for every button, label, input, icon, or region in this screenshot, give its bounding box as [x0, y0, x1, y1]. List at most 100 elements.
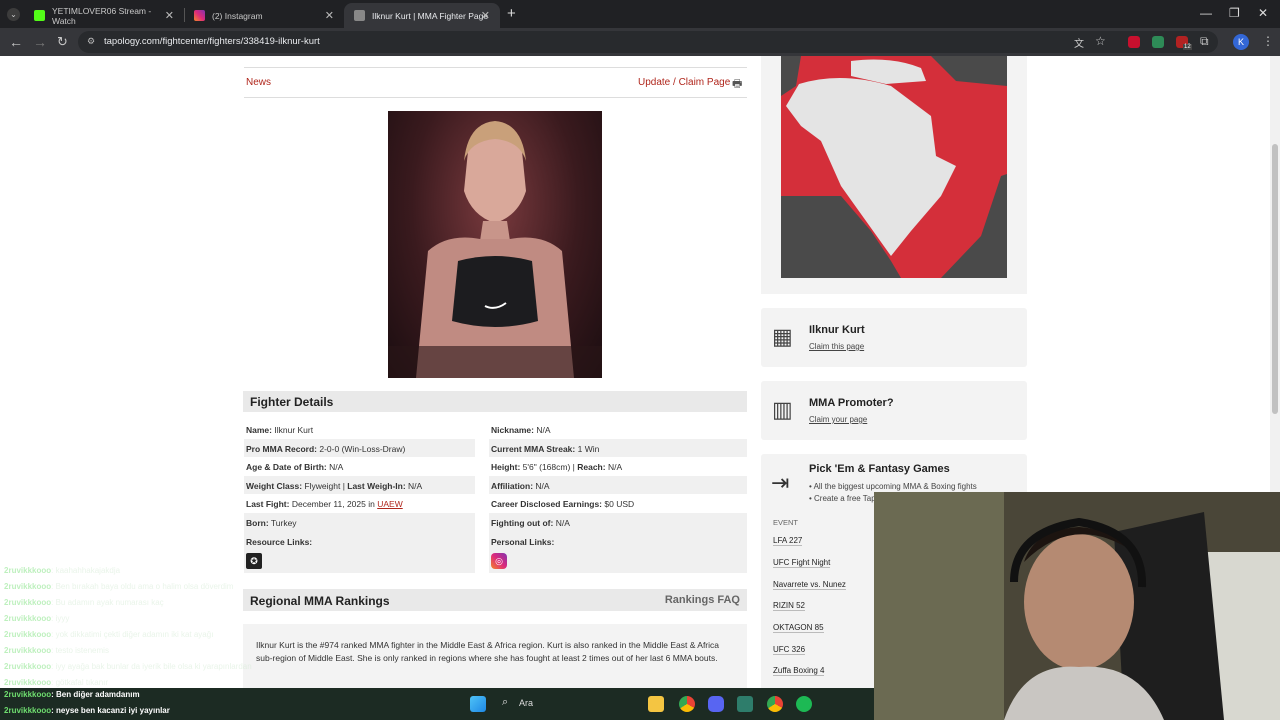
back-icon[interactable]: ← [9, 34, 23, 50]
rankings-box: Ilknur Kurt is the #974 ranked MMA fight… [243, 624, 747, 694]
site-info-icon[interactable]: ⚙ [87, 36, 95, 47]
tab-tapology[interactable]: Ilknur Kurt | MMA Fighter Page ✕ [344, 3, 500, 28]
chat-message: 2ruvikkkooo: Ben bırakah baya oldu ama o… [4, 582, 234, 591]
extension-green-icon[interactable] [1152, 36, 1164, 48]
close-tab-icon[interactable]: ✕ [165, 9, 174, 22]
detail-weight-class: Weight Class: Flyweight | Last Weigh-In:… [246, 481, 423, 491]
top-divider [244, 67, 747, 68]
tapology-icon [354, 10, 365, 21]
windows-taskbar: 2ruvikkkooo: Ben diğer adamdanım 2ruvikk… [0, 688, 874, 720]
event-link[interactable]: Zuffa Boxing 4 [773, 666, 825, 676]
news-link[interactable]: News [246, 77, 271, 88]
tab-label: Ilknur Kurt | MMA Fighter Page [372, 10, 489, 21]
rankings-header: Regional MMA Rankings Rankings FAQ [243, 589, 747, 611]
promoter-card[interactable]: ▥ MMA Promoter? Claim your page [761, 381, 1027, 440]
uaew-link[interactable]: UAEW [377, 499, 403, 509]
pickem-bullet-2: • Create a free Tap [809, 494, 876, 503]
kick-icon [34, 10, 45, 21]
discord-icon[interactable] [708, 696, 724, 712]
chat-message: 2ruvikkkooo: iyyy [4, 614, 70, 623]
event-link[interactable]: RIZIN 52 [773, 601, 806, 611]
print-icon[interactable]: 🖶 [732, 75, 742, 94]
event-link[interactable]: UFC Fight Night [773, 558, 831, 568]
tab-instagram[interactable]: (2) Instagram ✕ [184, 3, 344, 28]
webcam-overlay [874, 492, 1280, 720]
rankings-text: Ilknur Kurt is the #974 ranked MMA fight… [256, 640, 720, 663]
tab-label: (2) Instagram [212, 10, 263, 21]
detail-resource-links: Resource Links: [246, 537, 313, 547]
address-bar[interactable]: ⚙ tapology.com/fightcenter/fighters/3384… [78, 31, 1218, 53]
close-window-icon[interactable]: ✕ [1258, 6, 1268, 20]
detail-affiliation: Affiliation: N/A [491, 481, 550, 491]
detail-streak: Current MMA Streak: 1 Win [491, 444, 600, 454]
detail-nickname: Nickname: N/A [491, 425, 551, 435]
chat-message: 2ruvikkkooo: yok dikkatimi çekti diğer a… [4, 630, 214, 639]
windows-start-icon[interactable] [470, 696, 486, 712]
restore-icon[interactable]: ❐ [1229, 6, 1240, 20]
chat-message: 2ruvikkkooo: Bu adamın ayak numarası kaç [4, 598, 164, 607]
fighter-details-header: Fighter Details [243, 391, 747, 412]
event-column-header: EVENT [773, 518, 799, 527]
close-tab-icon[interactable]: ✕ [481, 9, 490, 22]
url-text: tapology.com/fightcenter/fighters/338419… [104, 36, 320, 47]
translate-icon[interactable]: 文 [1074, 35, 1084, 50]
claim-your-page-link[interactable]: Claim your page [809, 415, 867, 424]
rankings-faq-link[interactable]: Rankings FAQ [665, 594, 740, 606]
claim-this-page-link[interactable]: Claim this page [809, 342, 864, 351]
detail-personal-links: Personal Links: [491, 537, 555, 547]
bookmark-star-icon[interactable]: ☆ [1095, 34, 1106, 48]
claim-card-title: Ilknur Kurt [809, 324, 865, 336]
pickem-title: Pick 'Em & Fantasy Games [809, 463, 950, 475]
chat-message: 2ruvikkkooo: iyy ayağa bak bunlar da iye… [4, 662, 252, 671]
office-building-icon: ▥ [772, 397, 793, 422]
tab-label: YETIMLOVER06 Stream - Watch [52, 5, 152, 26]
new-tab-button[interactable]: + [507, 5, 516, 22]
chrome-icon[interactable] [679, 696, 695, 712]
chat-message: 2ruvikkkooo: götkafal tıkanır [4, 678, 109, 687]
chat-message: 2ruvikkkooo: kaahahhakajakdja [4, 566, 121, 575]
extension-red-icon[interactable] [1128, 36, 1140, 48]
instagram-icon[interactable]: ◎ [491, 553, 507, 569]
detail-earnings: Career Disclosed Earnings: $0 USD [491, 499, 635, 509]
minimize-icon[interactable]: — [1200, 6, 1212, 20]
close-tab-icon[interactable]: ✕ [325, 9, 334, 22]
pickem-bullet-1: • All the biggest upcoming MMA & Boxing … [809, 482, 977, 491]
instagram-icon [194, 10, 205, 21]
rankings-title: Regional MMA Rankings [250, 594, 390, 608]
detail-age: Age & Date of Birth: N/A [246, 462, 344, 472]
sherdog-icon[interactable]: ✪ [246, 553, 262, 569]
chat-message: 2ruvikkkooo: testo istenemis [4, 646, 109, 655]
scrollbar-thumb[interactable] [1272, 144, 1278, 414]
header-divider [244, 97, 747, 98]
taskbar-search-text: Ara [519, 698, 534, 708]
sign-in-arrow-icon: ⇥ [771, 470, 790, 495]
tab-search-icon[interactable]: ⌄ [7, 8, 20, 21]
event-link[interactable]: Navarrete vs. Nunez [773, 580, 846, 590]
fighter-photo [388, 111, 602, 378]
forward-icon[interactable]: → [33, 34, 47, 50]
claim-fighter-card[interactable]: ▦ Ilknur Kurt Claim this page [761, 308, 1027, 367]
event-link[interactable]: OKTAGON 85 [773, 623, 824, 633]
event-link[interactable]: LFA 227 [773, 536, 803, 546]
detail-last-fight: Last Fight: December 11, 2025 in UAEW [246, 499, 403, 509]
menu-kebab-icon[interactable]: ⋮ [1262, 34, 1274, 48]
detail-name: Name: Ilknur Kurt [246, 425, 314, 435]
update-claim-link[interactable]: Update / Claim Page [638, 77, 730, 88]
reload-icon[interactable]: ↻ [57, 34, 68, 50]
taskbar-search[interactable]: ⌕ Ara [494, 695, 634, 713]
detail-born: Born: Turkey [246, 518, 297, 528]
browser-tab-bar: ⌄ YETIMLOVER06 Stream - Watch ✕ (2) Inst… [0, 0, 1280, 28]
spotify-icon[interactable] [796, 696, 812, 712]
chat-message: 2ruvikkkooo: Ben diğer adamdanım [4, 690, 140, 699]
extensions-puzzle-icon[interactable]: ⧉ [1200, 34, 1209, 49]
tab-kick-stream[interactable]: YETIMLOVER06 Stream - Watch ✕ [24, 3, 184, 28]
chat-message: 2ruvikkkooo: neyse ben kacanzi iyi yayın… [4, 706, 170, 715]
browser-toolbar: ← → ↻ ⚙ tapology.com/fightcenter/fighter… [0, 28, 1280, 56]
chrome-profile-icon[interactable] [767, 696, 783, 712]
file-explorer-icon[interactable] [648, 696, 664, 712]
event-link[interactable]: UFC 326 [773, 645, 806, 655]
detail-pro-record: Pro MMA Record: 2-0-0 (Win-Loss-Draw) [246, 444, 406, 454]
profile-avatar[interactable]: K [1233, 34, 1249, 50]
extension-badge: 12 [1183, 44, 1192, 50]
app-green-icon[interactable] [737, 696, 753, 712]
